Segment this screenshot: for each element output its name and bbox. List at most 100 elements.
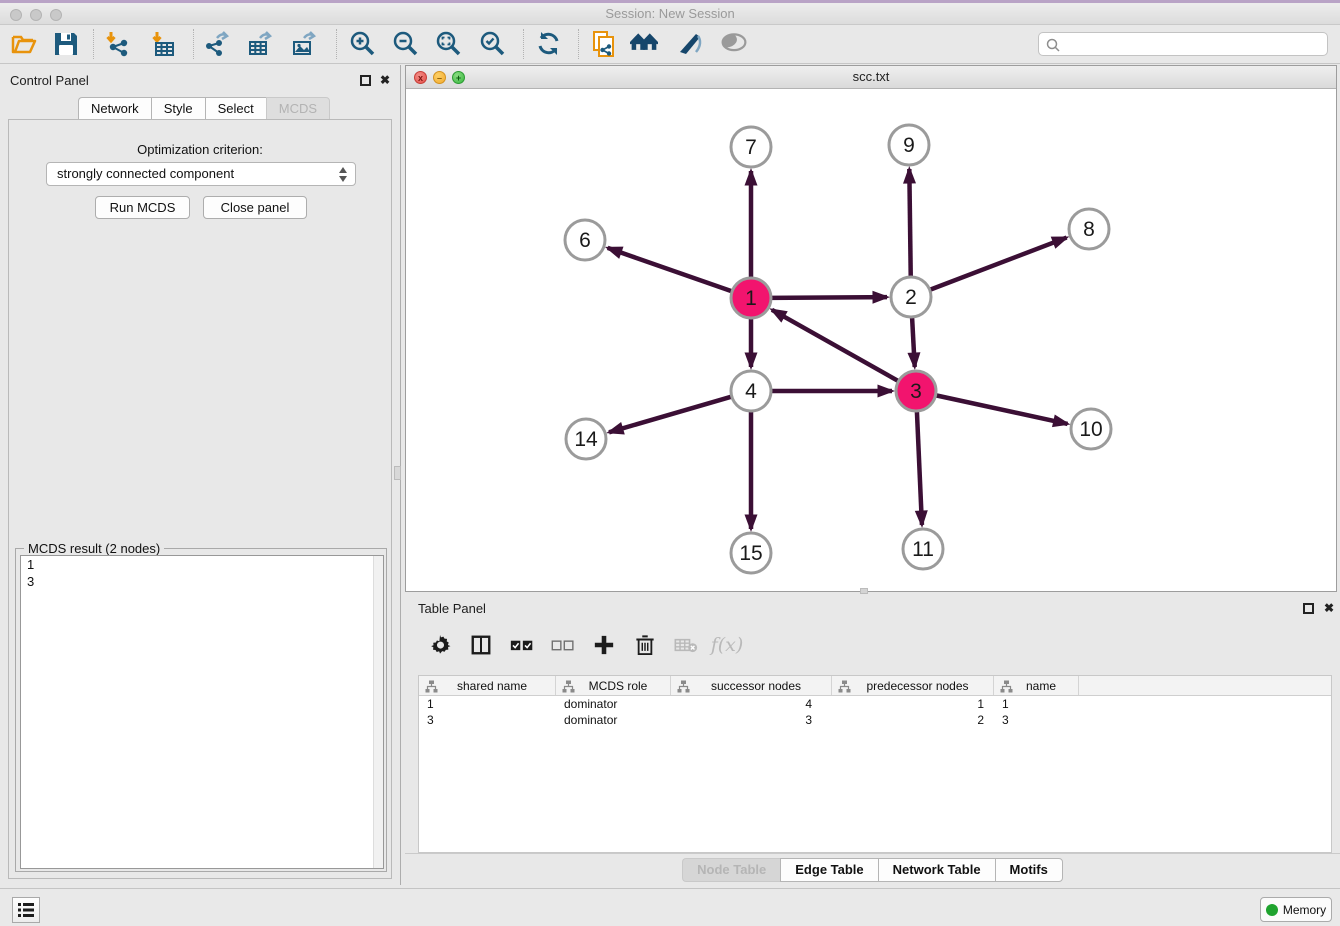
delete-column-button[interactable] [633, 633, 657, 657]
table-cell[interactable]: 1 [994, 696, 1079, 712]
graph-edge-4-14[interactable] [609, 397, 732, 433]
tab-network-table[interactable]: Network Table [878, 858, 995, 882]
tab-mcds[interactable]: MCDS [266, 97, 330, 121]
tab-select[interactable]: Select [205, 97, 266, 121]
network-minimize-icon[interactable]: – [433, 71, 446, 84]
function-builder-button[interactable]: f(x) [715, 633, 739, 657]
column-hierarchy-icon [838, 680, 851, 693]
import-table-button[interactable] [147, 28, 179, 60]
network-close-icon[interactable]: x [414, 71, 427, 84]
refresh-button[interactable] [533, 28, 565, 60]
close-panel-icon[interactable]: ✖ [378, 74, 392, 88]
zoom-fit-button[interactable] [432, 28, 464, 60]
network-canvas[interactable]: 7968124314101511 [407, 89, 1335, 590]
maximize-window-dot[interactable] [50, 9, 62, 21]
graph-edge-2-9[interactable] [909, 169, 910, 277]
graph-edge-3-11[interactable] [917, 411, 922, 525]
network-maximize-icon[interactable]: + [452, 71, 465, 84]
table-cell[interactable]: 1 [832, 696, 994, 712]
table-cell[interactable]: 4 [671, 696, 832, 712]
zoom-out-button[interactable] [389, 28, 421, 60]
graph-edge-2-8[interactable] [930, 238, 1067, 290]
mcds-result-item[interactable]: 1 [21, 556, 383, 573]
delete-table-button[interactable] [674, 633, 698, 657]
column-header-shared-name[interactable]: shared name [419, 676, 556, 695]
open-session-button[interactable] [8, 28, 40, 60]
table-cell[interactable]: 3 [994, 712, 1079, 728]
table-row[interactable]: 3dominator323 [419, 712, 1331, 728]
horizontal-splitter-grip[interactable] [860, 588, 868, 594]
vertical-splitter-grip[interactable] [394, 466, 401, 480]
graph-node-label: 11 [912, 538, 934, 561]
column-header-predecessor-nodes[interactable]: predecessor nodes [832, 676, 994, 695]
graph-edge-3-10[interactable] [936, 395, 1068, 424]
column-header-successor-nodes[interactable]: successor nodes [671, 676, 832, 695]
close-panel-button[interactable]: Close panel [203, 196, 307, 219]
column-header-label: shared name [447, 679, 527, 693]
table-row[interactable]: 1dominator411 [419, 696, 1331, 712]
graph-edge-2-3[interactable] [912, 317, 915, 367]
graph-edge-1-2[interactable] [771, 297, 887, 298]
task-history-button[interactable] [12, 897, 40, 923]
column-header-label: successor nodes [701, 679, 801, 693]
table-cell[interactable]: 3 [671, 712, 832, 728]
minimize-window-dot[interactable] [30, 9, 42, 21]
export-network-button[interactable] [201, 28, 233, 60]
tab-node-table[interactable]: Node Table [682, 858, 780, 882]
zoom-in-icon [348, 30, 376, 58]
table-cell[interactable]: 3 [419, 712, 556, 728]
tab-network[interactable]: Network [78, 97, 151, 121]
export-image-button[interactable] [288, 28, 320, 60]
graph-node-label: 3 [910, 380, 922, 403]
show-graphics-button[interactable] [718, 28, 750, 60]
zoom-selected-button[interactable] [476, 28, 508, 60]
column-header-name[interactable]: name [994, 676, 1079, 695]
mcds-result-item[interactable]: 3 [21, 573, 383, 590]
home-view-button[interactable] [628, 28, 660, 60]
memory-label: Memory [1283, 903, 1326, 917]
graph-node-label: 9 [903, 134, 915, 157]
main-toolbar [0, 25, 1340, 64]
list-icon [17, 902, 35, 918]
copy-network-button[interactable] [588, 28, 620, 60]
table-cell[interactable]: dominator [556, 696, 671, 712]
graph-edge-3-1[interactable] [772, 310, 899, 381]
column-hierarchy-icon [677, 680, 690, 693]
column-hierarchy-icon [562, 680, 575, 693]
deselect-all-button[interactable] [551, 633, 575, 657]
table-mode-button[interactable] [428, 633, 452, 657]
split-view-button[interactable] [469, 633, 493, 657]
result-scrollbar[interactable] [373, 556, 383, 868]
tab-edge-table[interactable]: Edge Table [780, 858, 877, 882]
column-header-MCDS-role[interactable]: MCDS role [556, 676, 671, 695]
float-table-panel-icon[interactable] [1303, 603, 1314, 614]
optimization-criterion-select[interactable]: strongly connected component [46, 162, 356, 186]
search-icon [1045, 37, 1061, 53]
mcds-result-list[interactable]: 1 3 [20, 555, 384, 869]
plus-icon [593, 634, 615, 656]
search-input[interactable] [1065, 34, 1323, 54]
mcds-panel-content: Optimization criterion: strongly connect… [8, 119, 392, 879]
export-table-button[interactable] [244, 28, 276, 60]
close-table-panel-icon[interactable]: ✖ [1322, 602, 1336, 616]
table-cell[interactable]: 1 [419, 696, 556, 712]
memory-button[interactable]: Memory [1260, 897, 1332, 922]
select-all-button[interactable] [510, 633, 534, 657]
table-cell[interactable]: 2 [832, 712, 994, 728]
float-panel-icon[interactable] [360, 75, 371, 86]
column-header-label: MCDS role [579, 679, 648, 693]
import-network-button[interactable] [101, 28, 133, 60]
zoom-in-button[interactable] [346, 28, 378, 60]
table-cell[interactable]: dominator [556, 712, 671, 728]
graph-node-label: 8 [1083, 218, 1095, 241]
mcds-result-title: MCDS result (2 nodes) [24, 541, 164, 556]
tab-style[interactable]: Style [151, 97, 205, 121]
run-mcds-button[interactable]: Run MCDS [95, 196, 190, 219]
hide-labels-button[interactable] [674, 28, 706, 60]
save-session-button[interactable] [50, 28, 82, 60]
tab-motifs[interactable]: Motifs [995, 858, 1063, 882]
status-bar: Memory [0, 888, 1340, 926]
close-window-dot[interactable] [10, 9, 22, 21]
add-column-button[interactable] [592, 633, 616, 657]
graph-edge-1-6[interactable] [608, 248, 732, 291]
